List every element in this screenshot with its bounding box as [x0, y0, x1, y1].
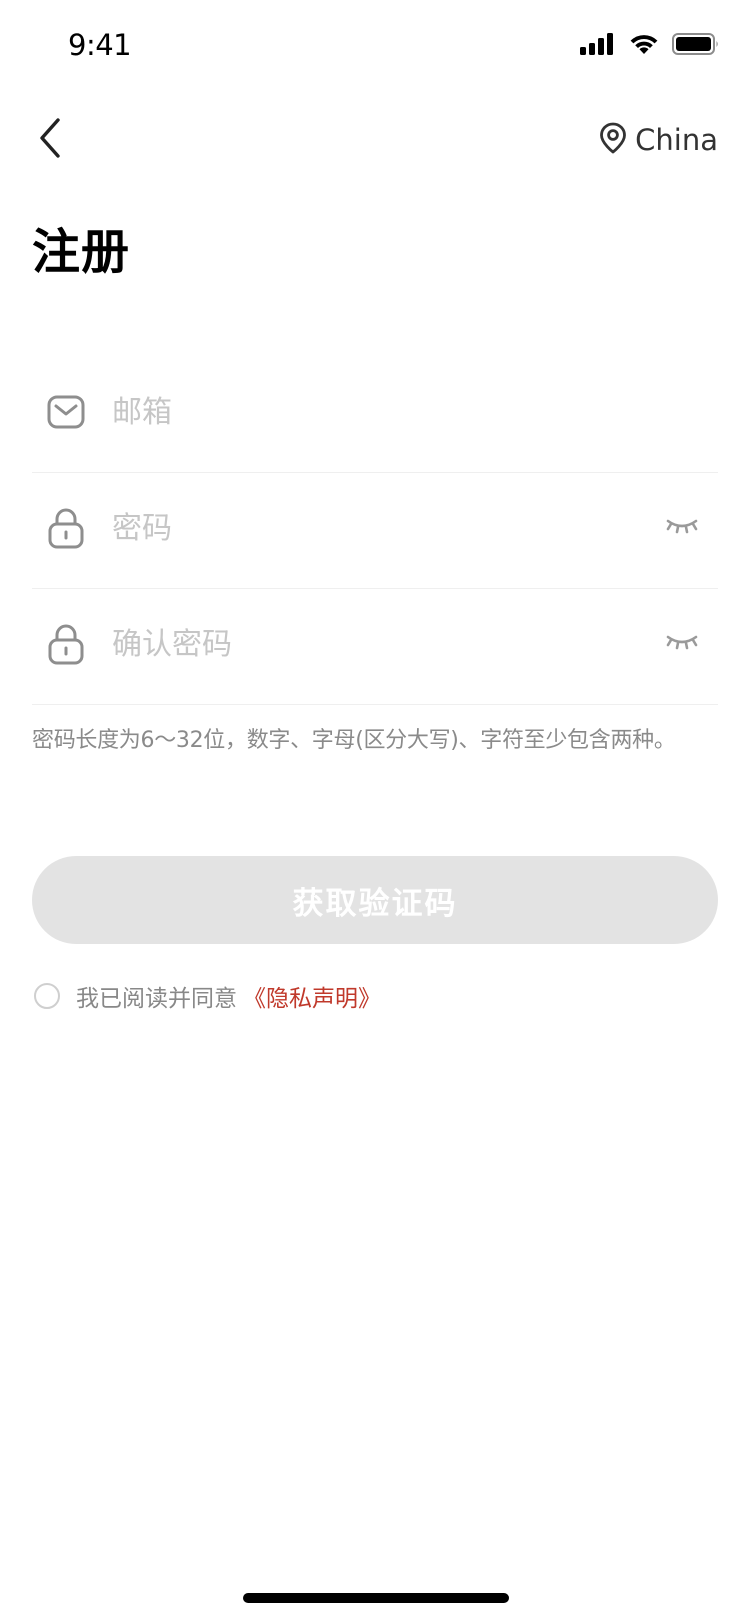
region-label: China [635, 123, 718, 157]
region-selector[interactable]: China [599, 112, 718, 168]
password-visibility-toggle[interactable] [656, 502, 708, 554]
status-time: 9:41 [68, 28, 132, 62]
privacy-policy-link[interactable]: 《隐私声明》 [243, 979, 381, 1013]
agreement-row: 我已阅读并同意 《隐私声明》 [34, 976, 381, 1016]
location-pin-icon [599, 122, 627, 158]
confirm-password-visibility-toggle[interactable] [656, 618, 708, 670]
agreement-text: 我已阅读并同意 [76, 986, 237, 1012]
lock-icon [40, 618, 92, 670]
password-hint: 密码长度为6～32位，数字、字母(区分大写)、字符至少包含两种。 [32, 728, 676, 753]
agree-checkbox[interactable] [34, 983, 60, 1009]
confirm-password-input[interactable] [110, 613, 656, 675]
status-bar: 9:41 [0, 0, 750, 96]
wifi-icon [628, 32, 660, 60]
cellular-signal-icon [580, 32, 616, 60]
email-field-row [32, 352, 718, 473]
lock-icon [40, 502, 92, 554]
battery-icon [672, 32, 720, 60]
back-button[interactable] [28, 108, 72, 172]
password-field-row [32, 468, 718, 589]
email-input[interactable] [110, 381, 718, 443]
mail-icon [40, 386, 92, 438]
page-title: 注册 [32, 224, 131, 280]
home-indicator [243, 1593, 509, 1603]
chevron-left-icon [38, 118, 62, 162]
eye-closed-icon [665, 517, 699, 539]
password-input[interactable] [110, 497, 656, 559]
get-verification-code-button[interactable]: 获取验证码 [32, 856, 718, 944]
confirm-password-field-row [32, 584, 718, 705]
status-icons [580, 32, 720, 60]
nav-bar: China [0, 96, 750, 184]
eye-closed-icon [665, 633, 699, 655]
